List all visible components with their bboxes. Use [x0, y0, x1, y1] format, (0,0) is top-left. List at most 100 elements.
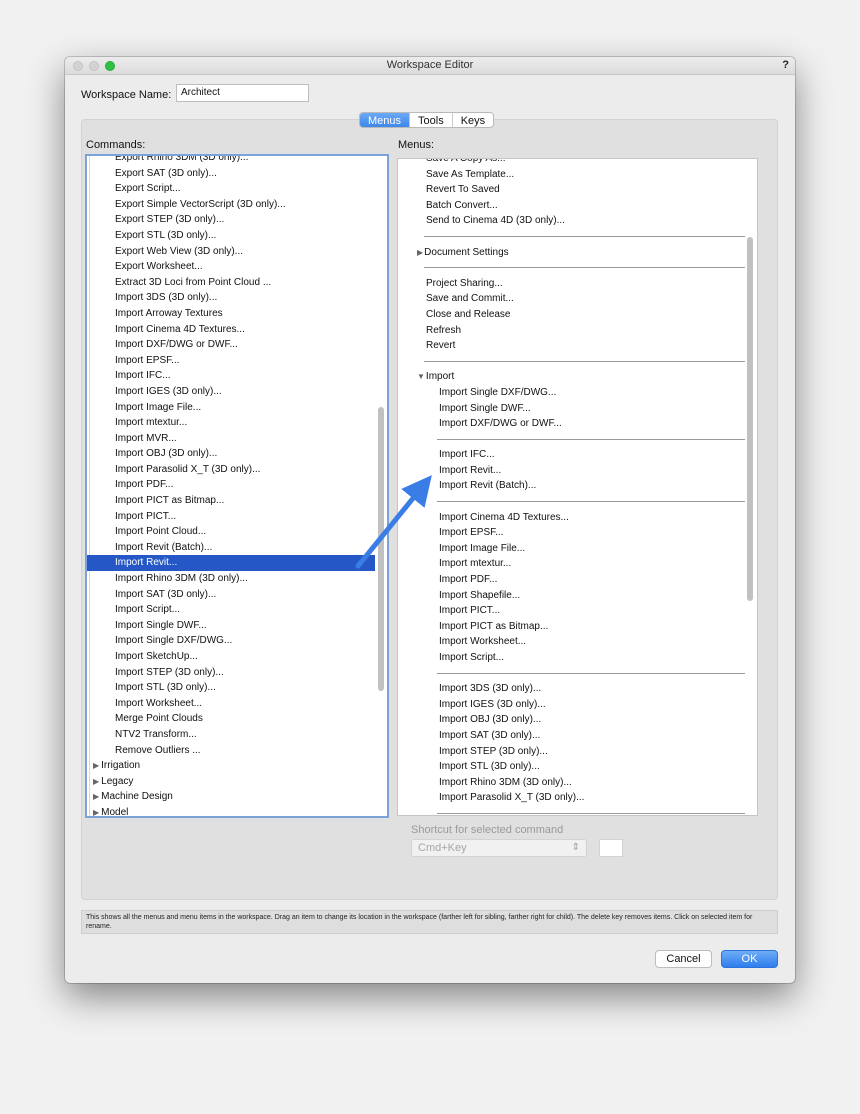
command-item[interactable]: Export Simple VectorScript (3D only)...: [87, 197, 387, 213]
menu-item[interactable]: Save A Copy As...: [398, 159, 757, 167]
menu-item[interactable]: Save and Commit...: [398, 291, 757, 307]
command-item[interactable]: Export STL (3D only)...: [87, 228, 387, 244]
menu-item[interactable]: Import EPSF...: [398, 525, 757, 541]
menu-separator[interactable]: [398, 432, 757, 448]
command-item[interactable]: Import PICT as Bitmap...: [87, 493, 387, 509]
command-item[interactable]: Export Web View (3D only)...: [87, 244, 387, 260]
command-item-selected[interactable]: Import Revit...: [87, 555, 375, 572]
menu-item[interactable]: Import Parasolid X_T (3D only)...: [398, 790, 757, 806]
command-item[interactable]: Import SketchUp...: [87, 649, 387, 665]
command-item[interactable]: Import PDF...: [87, 477, 387, 493]
menu-separator[interactable]: [398, 494, 757, 510]
menu-item[interactable]: Import PDF...: [398, 572, 757, 588]
menu-group-import[interactable]: ▼Import: [398, 369, 757, 385]
menu-item[interactable]: Import PICT...: [398, 603, 757, 619]
command-item[interactable]: Import Point Cloud...: [87, 524, 387, 540]
menu-item[interactable]: Batch Convert...: [398, 198, 757, 214]
ok-button[interactable]: OK: [721, 950, 778, 968]
command-item[interactable]: Import Rhino 3DM (3D only)...: [87, 571, 387, 587]
tab-menus[interactable]: Menus: [360, 113, 411, 127]
command-item[interactable]: Import Arroway Textures: [87, 306, 387, 322]
menu-item[interactable]: Import Revit...: [398, 463, 757, 479]
command-item[interactable]: Import Worksheet...: [87, 696, 387, 712]
menus-scrollbar[interactable]: [747, 237, 753, 601]
menu-item[interactable]: Import Image File...: [398, 541, 757, 557]
menu-item[interactable]: Import SAT (3D only)...: [398, 728, 757, 744]
menu-item[interactable]: Import Worksheet...: [398, 634, 757, 650]
menu-item[interactable]: Import DXF/DWG or DWF...: [398, 416, 757, 432]
command-item[interactable]: Import OBJ (3D only)...: [87, 446, 387, 462]
menu-item[interactable]: Import Script...: [398, 650, 757, 666]
triangle-right-icon[interactable]: ▶: [93, 777, 99, 786]
command-item[interactable]: Import IFC...: [87, 368, 387, 384]
title-bar[interactable]: Workspace Editor ?: [65, 57, 795, 75]
menu-separator[interactable]: [398, 354, 757, 370]
command-category-irrigation[interactable]: ▶ Irrigation: [87, 758, 387, 774]
shortcut-key-field[interactable]: [599, 839, 623, 857]
tab-tools[interactable]: Tools: [410, 113, 453, 127]
menu-item[interactable]: Import Shapefile...: [398, 588, 757, 604]
cancel-button[interactable]: Cancel: [655, 950, 712, 968]
menu-item[interactable]: Import IFC...: [398, 447, 757, 463]
command-item[interactable]: Import Parasolid X_T (3D only)...: [87, 462, 387, 478]
command-item[interactable]: Import STL (3D only)...: [87, 680, 387, 696]
command-item[interactable]: Export Rhino 3DM (3D only)...: [87, 156, 387, 166]
menu-item[interactable]: Refresh: [398, 323, 757, 339]
command-item[interactable]: Remove Outliers ...: [87, 743, 387, 759]
triangle-right-icon[interactable]: ▶: [93, 792, 99, 801]
menu-item[interactable]: Import OBJ (3D only)...: [398, 712, 757, 728]
menu-separator[interactable]: [398, 229, 757, 245]
shortcut-modifier-select[interactable]: Cmd+Key ⇕: [411, 839, 587, 857]
command-item[interactable]: Import mtextur...: [87, 415, 387, 431]
command-item[interactable]: Import MVR...: [87, 431, 387, 447]
workspace-name-input[interactable]: Architect: [176, 84, 309, 102]
command-item[interactable]: Import 3DS (3D only)...: [87, 290, 387, 306]
menu-item[interactable]: Import STEP (3D only)...: [398, 744, 757, 760]
menu-item[interactable]: Project Sharing...: [398, 276, 757, 292]
menu-item[interactable]: Import Single DXF/DWG...: [398, 385, 757, 401]
menus-list[interactable]: Save A Copy As... Save As Template... Reve…: [397, 158, 758, 816]
command-item[interactable]: Import Cinema 4D Textures...: [87, 322, 387, 338]
commands-list[interactable]: Export Rhino 3DM (3D only)... Export SAT …: [85, 154, 389, 818]
menu-item[interactable]: Send to Cinema 4D (3D only)...: [398, 213, 757, 229]
triangle-right-icon[interactable]: ▶: [417, 248, 423, 257]
menu-separator[interactable]: [398, 806, 757, 815]
command-item[interactable]: Export Worksheet...: [87, 259, 387, 275]
menu-item[interactable]: Import Revit (Batch)...: [398, 478, 757, 494]
triangle-down-icon[interactable]: ▼: [417, 372, 425, 381]
command-item[interactable]: Import Single DXF/DWG...: [87, 633, 387, 649]
command-item[interactable]: Import DXF/DWG or DWF...: [87, 337, 387, 353]
menu-item[interactable]: Import mtextur...: [398, 556, 757, 572]
command-item[interactable]: Extract 3D Loci from Point Cloud ...: [87, 275, 387, 291]
commands-scrollbar[interactable]: [378, 407, 384, 691]
menu-item[interactable]: Import Cinema 4D Textures...: [398, 510, 757, 526]
command-item[interactable]: Import Revit (Batch)...: [87, 540, 387, 556]
help-button[interactable]: ?: [782, 59, 789, 71]
command-item[interactable]: Import IGES (3D only)...: [87, 384, 387, 400]
command-item[interactable]: Import STEP (3D only)...: [87, 665, 387, 681]
menu-item[interactable]: Import STL (3D only)...: [398, 759, 757, 775]
triangle-right-icon[interactable]: ▶: [93, 808, 99, 816]
menu-separator[interactable]: [398, 260, 757, 276]
command-item[interactable]: Import PICT...: [87, 509, 387, 525]
command-item[interactable]: Import Script...: [87, 602, 387, 618]
command-item[interactable]: NTV2 Transform...: [87, 727, 387, 743]
menu-item[interactable]: Revert: [398, 338, 757, 354]
triangle-right-icon[interactable]: ▶: [93, 761, 99, 770]
command-item[interactable]: Import Single DWF...: [87, 618, 387, 634]
command-item[interactable]: Merge Point Clouds: [87, 711, 387, 727]
menu-item[interactable]: Import Rhino 3DM (3D only)...: [398, 775, 757, 791]
command-item[interactable]: Export STEP (3D only)...: [87, 212, 387, 228]
menu-item[interactable]: Import PICT as Bitmap...: [398, 619, 757, 635]
tab-keys[interactable]: Keys: [453, 113, 493, 127]
command-category-model[interactable]: ▶ Model: [87, 805, 387, 816]
command-item[interactable]: Import EPSF...: [87, 353, 387, 369]
menu-group-document-settings[interactable]: ▶Document Settings: [398, 245, 757, 261]
command-category-legacy[interactable]: ▶ Legacy: [87, 774, 387, 790]
command-item[interactable]: Export SAT (3D only)...: [87, 166, 387, 182]
command-item[interactable]: Import Image File...: [87, 400, 387, 416]
menu-item[interactable]: Import 3DS (3D only)...: [398, 681, 757, 697]
command-category-machine-design[interactable]: ▶ Machine Design: [87, 789, 387, 805]
command-item[interactable]: Import SAT (3D only)...: [87, 587, 387, 603]
command-item[interactable]: Export Script...: [87, 181, 387, 197]
